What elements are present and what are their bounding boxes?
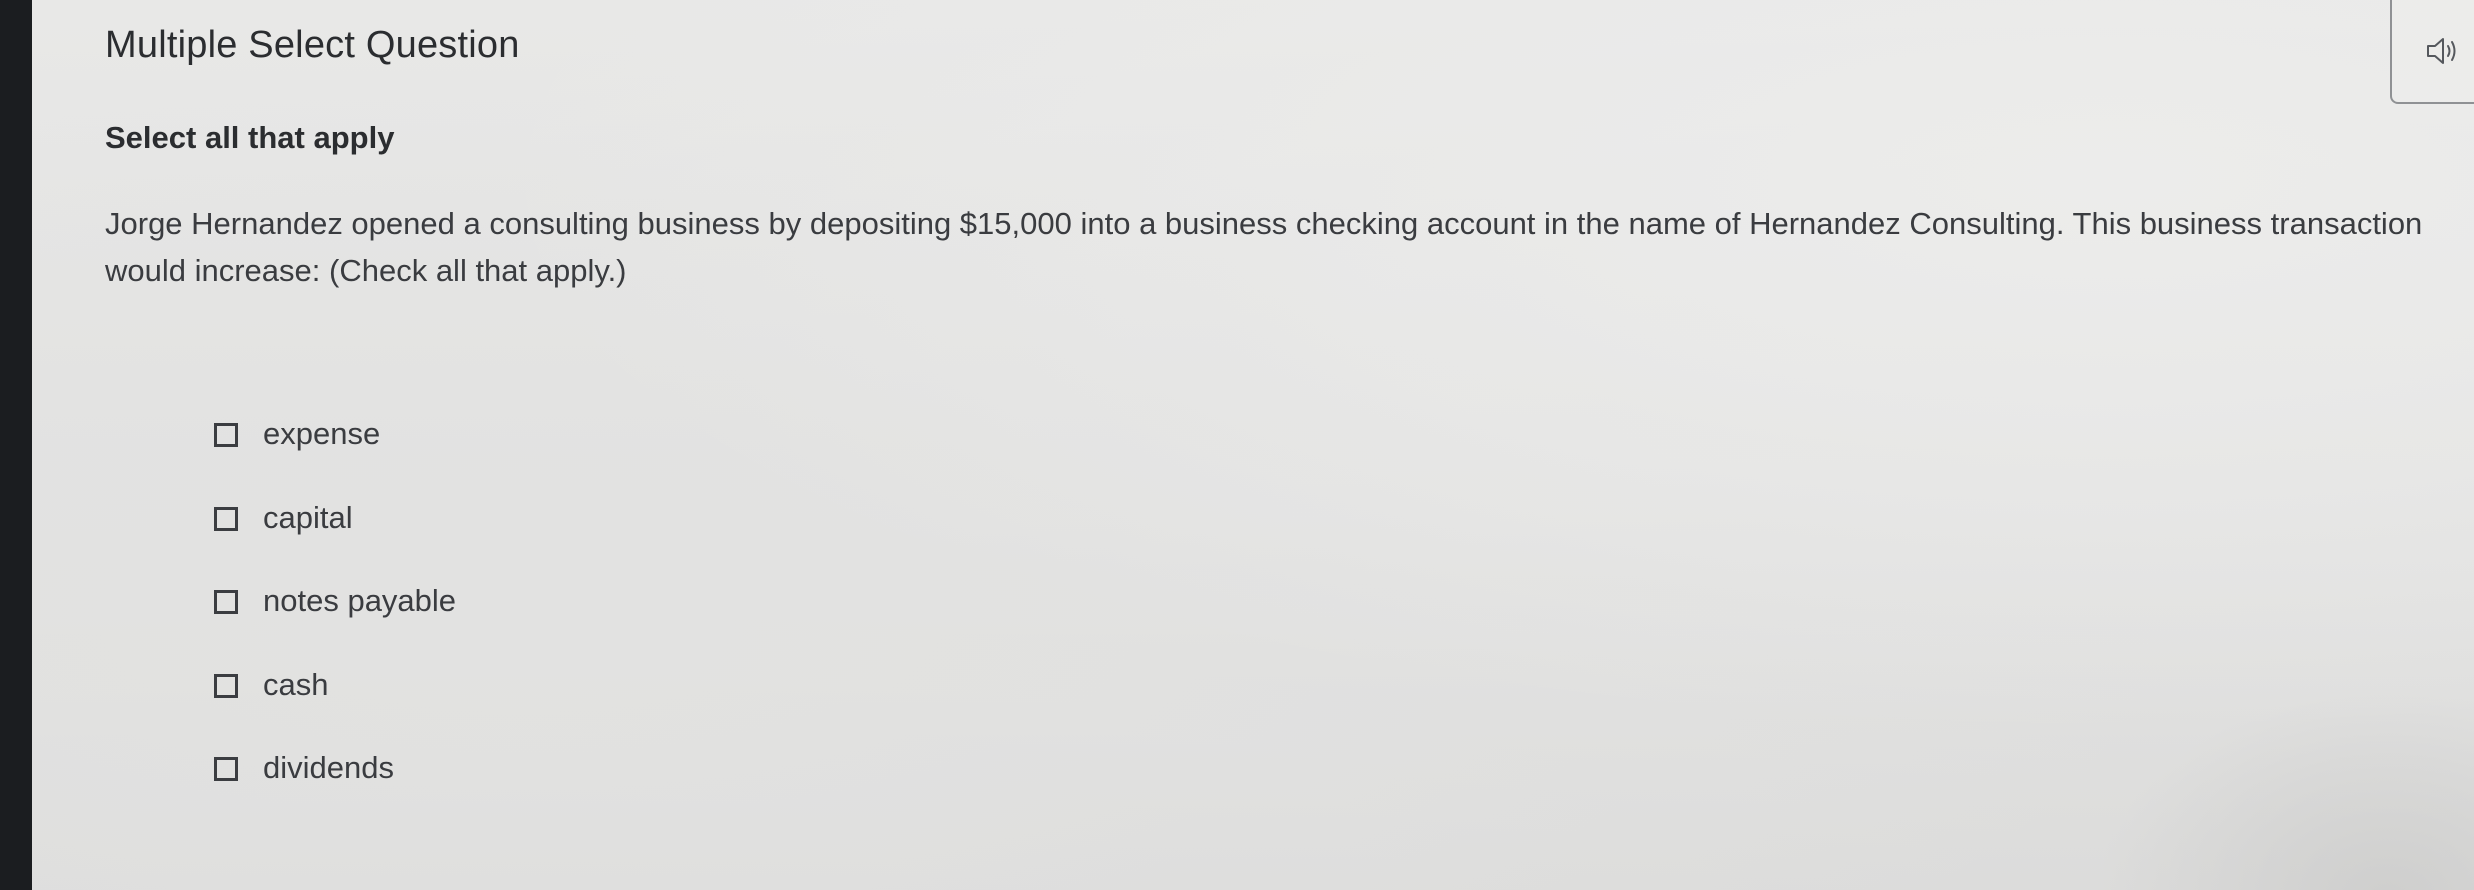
option-label[interactable]: dividends: [263, 748, 394, 788]
option-label[interactable]: cash: [263, 665, 328, 705]
checkbox[interactable]: [214, 506, 238, 531]
read-aloud-button[interactable]: [2390, 0, 2474, 104]
option-label[interactable]: notes payable: [263, 581, 456, 621]
option-label[interactable]: capital: [263, 498, 353, 538]
question-screen: Multiple Select Question Select all that…: [32, 0, 2474, 890]
option-expense[interactable]: expense: [214, 414, 456, 498]
question-prompt: Jorge Hernandez opened a consulting busi…: [105, 206, 2423, 288]
answer-options: expense capital notes payable cash divid…: [214, 414, 456, 832]
option-notes-payable[interactable]: notes payable: [214, 581, 456, 665]
checkbox[interactable]: [214, 423, 238, 447]
instruction-text: Select all that apply: [105, 120, 395, 155]
option-label[interactable]: expense: [263, 414, 380, 454]
checkbox[interactable]: [214, 590, 238, 614]
option-cash[interactable]: cash: [214, 665, 456, 749]
checkbox[interactable]: [214, 673, 238, 698]
speaker-icon: [2427, 38, 2456, 64]
option-dividends[interactable]: dividends: [214, 748, 456, 832]
option-capital[interactable]: capital: [214, 498, 456, 582]
checkbox[interactable]: [214, 757, 238, 781]
question-type-heading: Multiple Select Question: [105, 24, 520, 66]
